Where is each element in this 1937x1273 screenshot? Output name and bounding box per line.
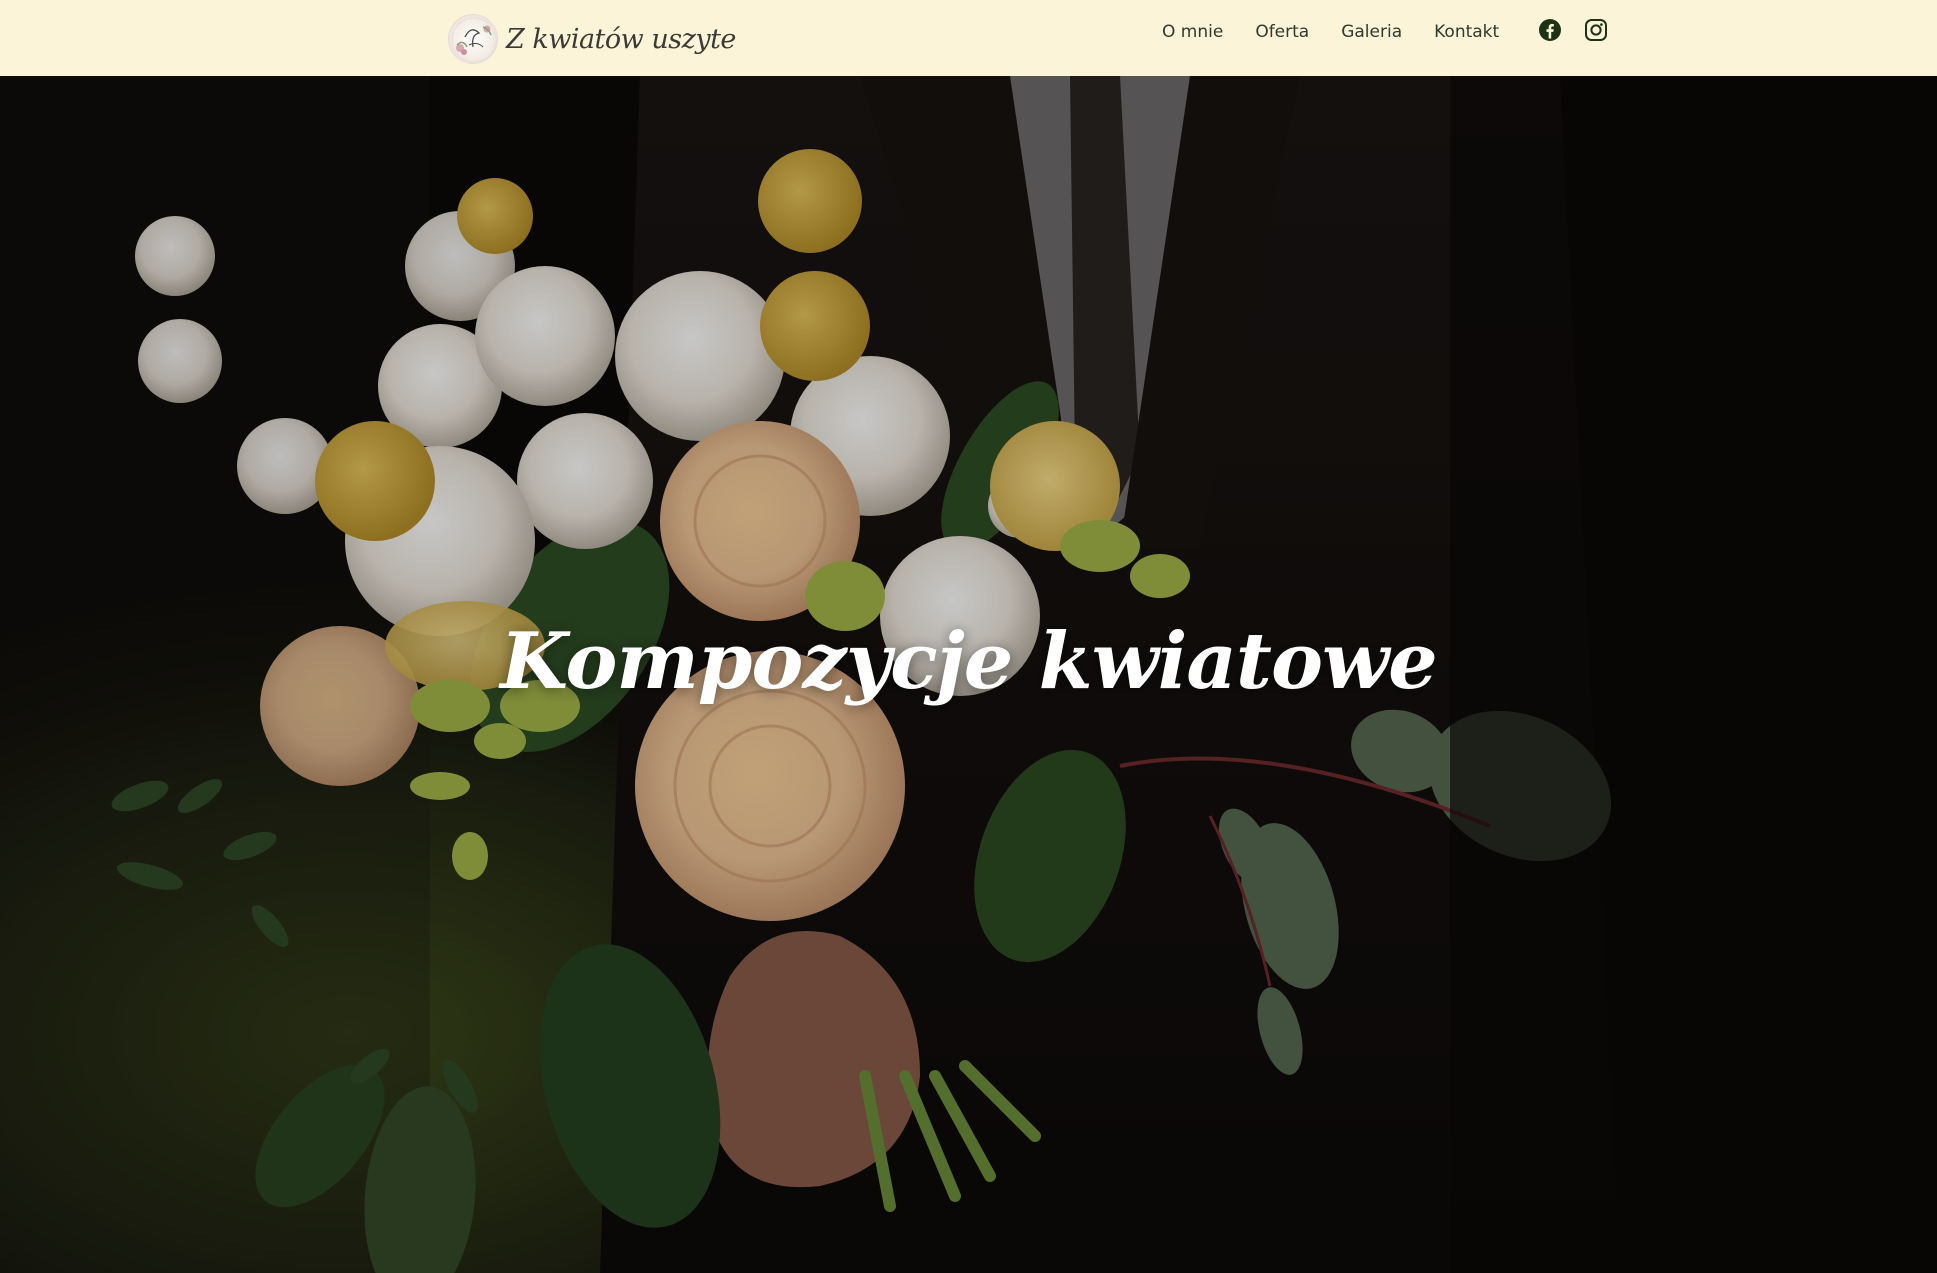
logo-text: Z kwiatów uszyte	[506, 23, 736, 55]
logo-badge-icon	[448, 14, 498, 64]
main-nav: O mnie Oferta Galeria Kontakt	[1162, 22, 1499, 42]
hero-title: Kompozycje kwiatowe	[500, 616, 1438, 707]
nav-item-galeria[interactable]: Galeria	[1341, 22, 1402, 42]
nav-item-kontakt[interactable]: Kontakt	[1434, 22, 1499, 42]
hero-section: Kompozycje kwiatowe	[0, 76, 1937, 1273]
nav-item-o-mnie[interactable]: O mnie	[1162, 22, 1223, 42]
site-header: Z kwiatów uszyte O mnie Oferta Galeria K…	[0, 0, 1937, 76]
instagram-icon[interactable]	[1584, 18, 1608, 42]
facebook-icon[interactable]	[1538, 18, 1562, 42]
logo-link[interactable]: Z kwiatów uszyte	[448, 12, 736, 66]
nav-item-oferta[interactable]: Oferta	[1255, 22, 1309, 42]
social-links	[1538, 18, 1608, 42]
